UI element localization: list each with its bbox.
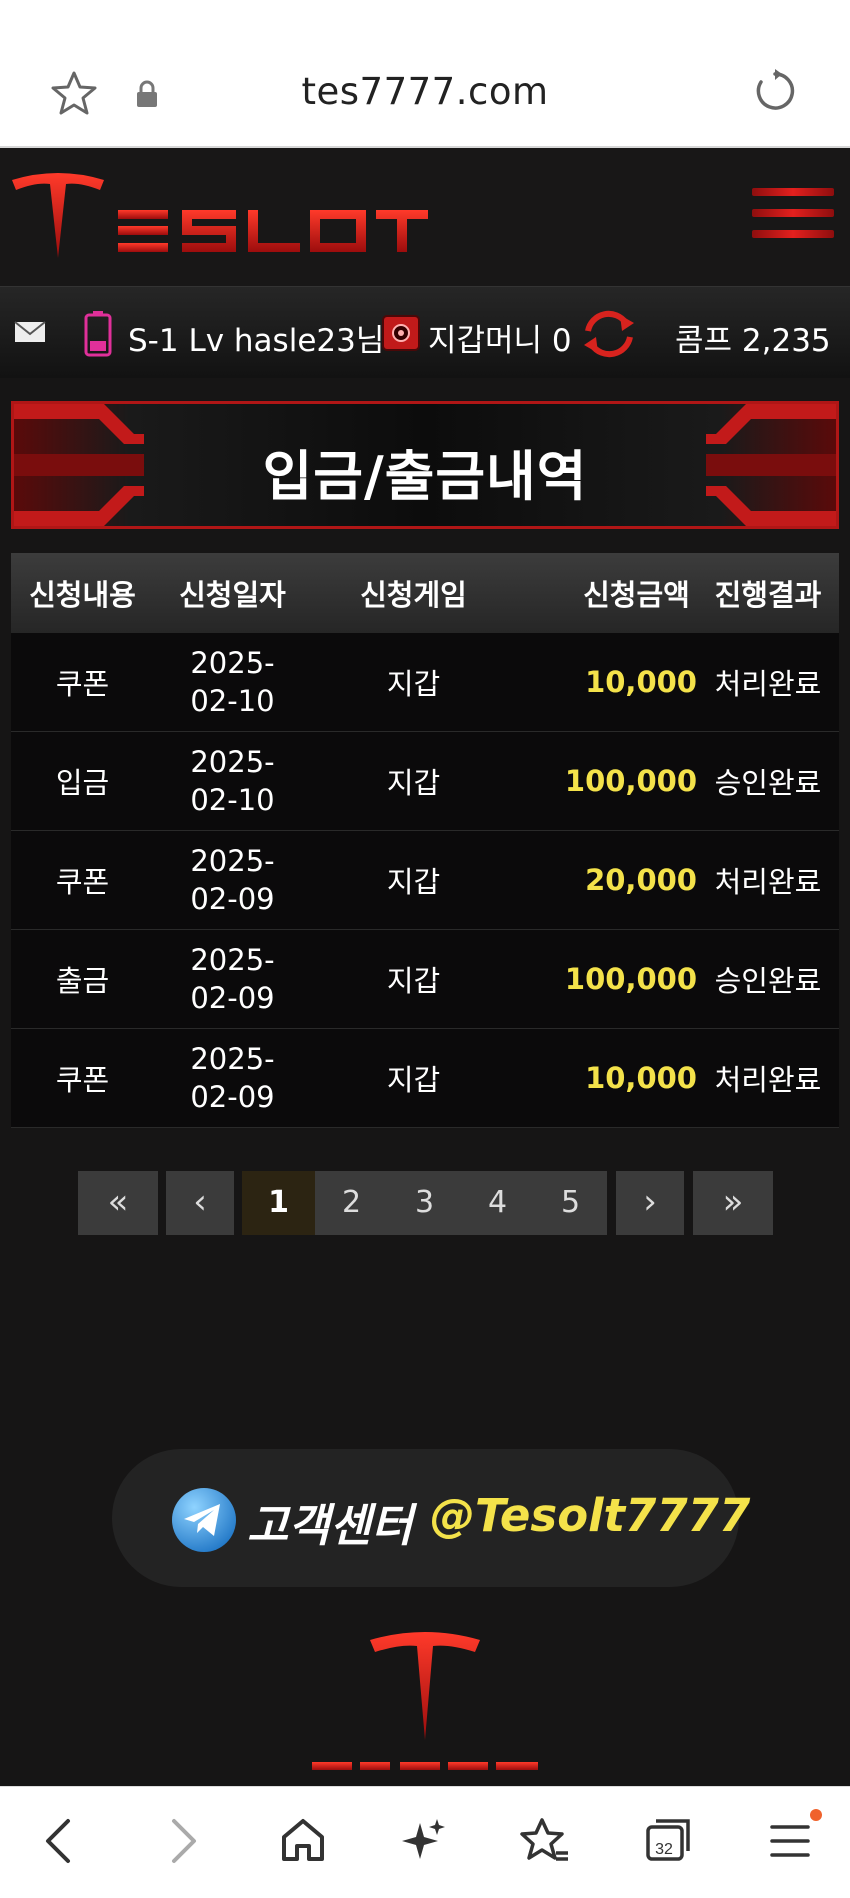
cell-amount: 100,000 [564, 764, 697, 798]
mail-icon[interactable] [14, 321, 46, 347]
header-date: 신청일자 [179, 578, 286, 612]
home-icon[interactable] [280, 1817, 326, 1867]
menu-hamburger-icon[interactable] [752, 188, 834, 248]
first-page-button[interactable]: « [78, 1171, 158, 1235]
wallet-icon [382, 315, 420, 355]
next-page-button[interactable]: › [616, 1171, 684, 1235]
reload-icon[interactable] [752, 68, 798, 118]
table-row: 쿠폰 2025-02-10 지갑 10,000 처리완료 [11, 633, 839, 732]
browser-bottom-bar: 32 [0, 1786, 850, 1898]
header-result: 진행결과 [714, 578, 822, 612]
page-title: 입금/출금내역 [262, 445, 588, 508]
cell-type: 쿠폰 [55, 865, 110, 899]
cell-amount: 100,000 [564, 962, 697, 996]
telegram-handle: @Tesolt7777 [430, 1489, 751, 1542]
last-page-button[interactable]: » [693, 1171, 773, 1235]
cell-type: 쿠폰 [55, 667, 110, 701]
telegram-icon [170, 1486, 238, 1558]
bookmarks-icon[interactable] [520, 1817, 570, 1867]
page-numbers: 1 2 3 4 5 [242, 1171, 607, 1235]
cell-result: 승인완료 [714, 766, 822, 800]
cell-amount: 20,000 [585, 863, 697, 897]
cell-date: 2025-02-09 [190, 943, 275, 1015]
cell-result: 승인완료 [714, 964, 822, 998]
cell-game: 지갑 [386, 667, 441, 701]
page-5-button[interactable]: 5 [534, 1171, 607, 1235]
user-level-name: S-1 Lv hasle23님 [128, 323, 385, 359]
cell-date: 2025-02-09 [190, 844, 275, 916]
menu-notification-dot [810, 1809, 822, 1821]
cell-result: 처리완료 [714, 1063, 822, 1097]
cell-result: 처리완료 [714, 865, 822, 899]
cell-amount: 10,000 [585, 665, 697, 699]
forward-icon[interactable] [168, 1817, 200, 1869]
comp-points: 콤프 2,235 [675, 323, 831, 359]
page-2-button[interactable]: 2 [315, 1171, 388, 1235]
page-3-button[interactable]: 3 [388, 1171, 461, 1235]
table-row: 출금 2025-02-09 지갑 100,000 승인완료 [11, 930, 839, 1029]
tab-count: 32 [655, 1841, 673, 1858]
cell-date: 2025-02-10 [190, 745, 275, 817]
sparkle-icon[interactable] [402, 1817, 446, 1867]
cell-result: 처리완료 [714, 667, 822, 701]
cell-game: 지갑 [386, 865, 441, 899]
header-amount: 신청금액 [583, 578, 690, 612]
browser-address-bar: tes7777.com [0, 0, 850, 148]
cell-amount: 10,000 [585, 1061, 697, 1095]
page-title-banner: 입금/출금내역 [11, 401, 839, 529]
table-row: 쿠폰 2025-02-09 지갑 10,000 처리완료 [11, 1029, 839, 1128]
cell-type: 출금 [55, 964, 110, 998]
page-4-button[interactable]: 4 [461, 1171, 534, 1235]
prev-page-button[interactable]: ‹ [166, 1171, 234, 1235]
transaction-table: 신청내용 신청일자 신청게임 신청금액 진행결과 쿠폰 2025-02-10 지… [11, 553, 839, 1128]
cell-game: 지갑 [386, 766, 441, 800]
table-header: 신청내용 신청일자 신청게임 신청금액 진행결과 [11, 553, 839, 633]
user-info-bar: S-1 Lv hasle23님 지갑머니 0 콤프 2,235 [0, 286, 850, 378]
site-header [0, 148, 850, 286]
cell-game: 지갑 [386, 964, 441, 998]
footer-logo [300, 1630, 550, 1790]
cell-date: 2025-02-09 [190, 1042, 275, 1114]
header-type: 신청내용 [29, 578, 136, 612]
back-icon[interactable] [42, 1817, 74, 1869]
customer-center-label: 고객센터 [247, 1499, 413, 1552]
refresh-icon[interactable] [580, 309, 638, 363]
teslot-logo[interactable] [10, 168, 430, 272]
header-game: 신청게임 [360, 578, 467, 612]
cell-date: 2025-02-10 [190, 646, 275, 718]
menu-icon[interactable] [768, 1817, 812, 1867]
page-1-button[interactable]: 1 [242, 1171, 315, 1235]
customer-center-button[interactable]: 고객센터 @Tesolt7777 [112, 1449, 750, 1587]
cell-type: 입금 [55, 766, 110, 800]
cell-game: 지갑 [386, 1063, 441, 1097]
url-text[interactable]: tes7777.com [0, 70, 850, 113]
battery-icon [84, 311, 112, 361]
cell-type: 쿠폰 [55, 1063, 110, 1097]
table-row: 쿠폰 2025-02-09 지갑 20,000 처리완료 [11, 831, 839, 930]
table-row: 입금 2025-02-10 지갑 100,000 승인완료 [11, 732, 839, 831]
wallet-money: 지갑머니 0 [428, 323, 572, 359]
